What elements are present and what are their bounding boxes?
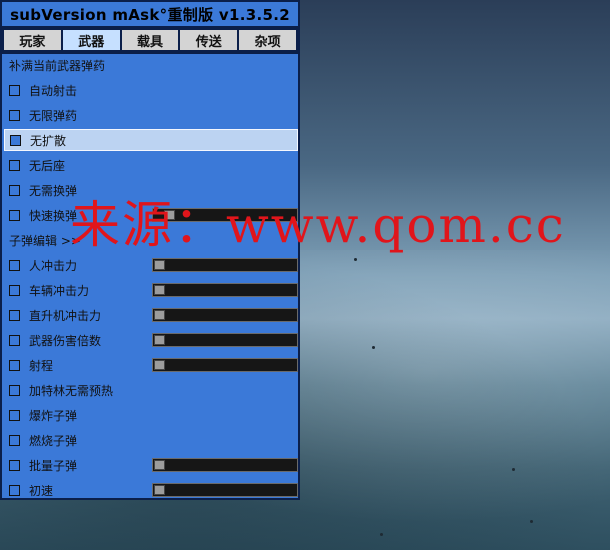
option-checkbox[interactable] xyxy=(9,284,20,296)
option-label: 批量子弹 xyxy=(29,458,78,473)
value-slider[interactable] xyxy=(152,258,298,272)
value-slider[interactable] xyxy=(152,358,298,372)
option-label: 车辆冲击力 xyxy=(29,283,90,298)
menu-option-row[interactable]: 武器伤害倍数 xyxy=(4,329,298,351)
value-slider[interactable] xyxy=(152,308,298,322)
menu-option-row[interactable]: 直升机冲击力 xyxy=(4,304,298,326)
source-watermark: 来源：www.qom.cc xyxy=(70,196,566,254)
slider-knob[interactable] xyxy=(154,360,165,370)
slider-knob[interactable] xyxy=(154,335,165,345)
menu-option-row[interactable]: 无后座 xyxy=(4,154,298,176)
menu-option-row[interactable]: 燃烧子弹 xyxy=(4,429,298,451)
option-checkbox[interactable] xyxy=(9,209,20,221)
menu-option-row[interactable]: 爆炸子弹 xyxy=(4,404,298,426)
menu-option-row[interactable]: 自动射击 xyxy=(4,79,298,101)
option-label: 燃烧子弹 xyxy=(29,433,78,448)
option-label: 直升机冲击力 xyxy=(29,308,102,323)
option-label: 加特林无需预热 xyxy=(29,383,114,398)
tab-teleport[interactable]: 传送 xyxy=(180,30,238,50)
value-slider[interactable] xyxy=(152,283,298,297)
menu-option-row[interactable]: 初速 xyxy=(4,479,298,501)
value-slider[interactable] xyxy=(152,458,298,472)
option-label: 无扩散 xyxy=(30,133,67,148)
tab-weapons[interactable]: 武器 xyxy=(62,30,120,50)
option-label: 自动射击 xyxy=(29,83,78,98)
option-label: 无限弹药 xyxy=(29,108,78,123)
option-label: 武器伤害倍数 xyxy=(29,333,102,348)
option-label: 射程 xyxy=(29,358,54,373)
option-checkbox[interactable] xyxy=(9,259,20,271)
option-checkbox[interactable] xyxy=(9,334,20,346)
menu-option-row[interactable]: 无扩散 xyxy=(4,129,298,151)
menu-option-row[interactable]: 批量子弹 xyxy=(4,454,298,476)
option-label: 爆炸子弹 xyxy=(29,408,78,423)
option-checkbox[interactable] xyxy=(9,359,20,371)
background-speck xyxy=(380,533,383,536)
slider-knob[interactable] xyxy=(154,310,165,320)
option-checkbox[interactable] xyxy=(9,84,20,96)
option-label: 初速 xyxy=(29,483,54,498)
option-checkbox[interactable] xyxy=(9,309,20,321)
option-checkbox[interactable] xyxy=(9,159,20,171)
tab-bar: 玩家 武器 载具 传送 杂项 xyxy=(2,28,298,54)
value-slider[interactable] xyxy=(152,483,298,497)
value-slider[interactable] xyxy=(152,333,298,347)
option-label: 人冲击力 xyxy=(29,258,78,273)
option-checkbox[interactable] xyxy=(9,459,20,471)
option-checkbox[interactable] xyxy=(10,134,21,146)
option-label: 无后座 xyxy=(29,158,66,173)
menu-option-row[interactable]: 射程 xyxy=(4,354,298,376)
option-checkbox[interactable] xyxy=(9,384,20,396)
slider-knob[interactable] xyxy=(154,285,165,295)
slider-knob[interactable] xyxy=(154,260,165,270)
tab-vehicles[interactable]: 载具 xyxy=(121,30,179,50)
tab-player[interactable]: 玩家 xyxy=(4,30,61,50)
background-speck xyxy=(372,346,375,349)
menu-option-row[interactable]: 加特林无需预热 xyxy=(4,379,298,401)
option-checkbox[interactable] xyxy=(9,484,20,496)
slider-knob[interactable] xyxy=(154,485,165,495)
menu-title: subVersion mAsk°重制版 v1.3.5.2 xyxy=(2,2,298,28)
option-checkbox[interactable] xyxy=(9,409,20,421)
option-checkbox[interactable] xyxy=(9,434,20,446)
background-speck xyxy=(512,468,515,471)
option-checkbox[interactable] xyxy=(9,109,20,121)
menu-option-row[interactable]: 无限弹药 xyxy=(4,104,298,126)
option-checkbox[interactable] xyxy=(9,184,20,196)
slider-knob[interactable] xyxy=(154,460,165,470)
refill-ammo-action[interactable]: 补满当前武器弹药 xyxy=(4,54,303,76)
menu-option-row[interactable]: 车辆冲击力 xyxy=(4,279,298,301)
background-speck xyxy=(354,258,357,261)
background-speck xyxy=(530,520,533,523)
tab-misc[interactable]: 杂项 xyxy=(239,30,296,50)
menu-option-row[interactable]: 人冲击力 xyxy=(4,254,298,276)
